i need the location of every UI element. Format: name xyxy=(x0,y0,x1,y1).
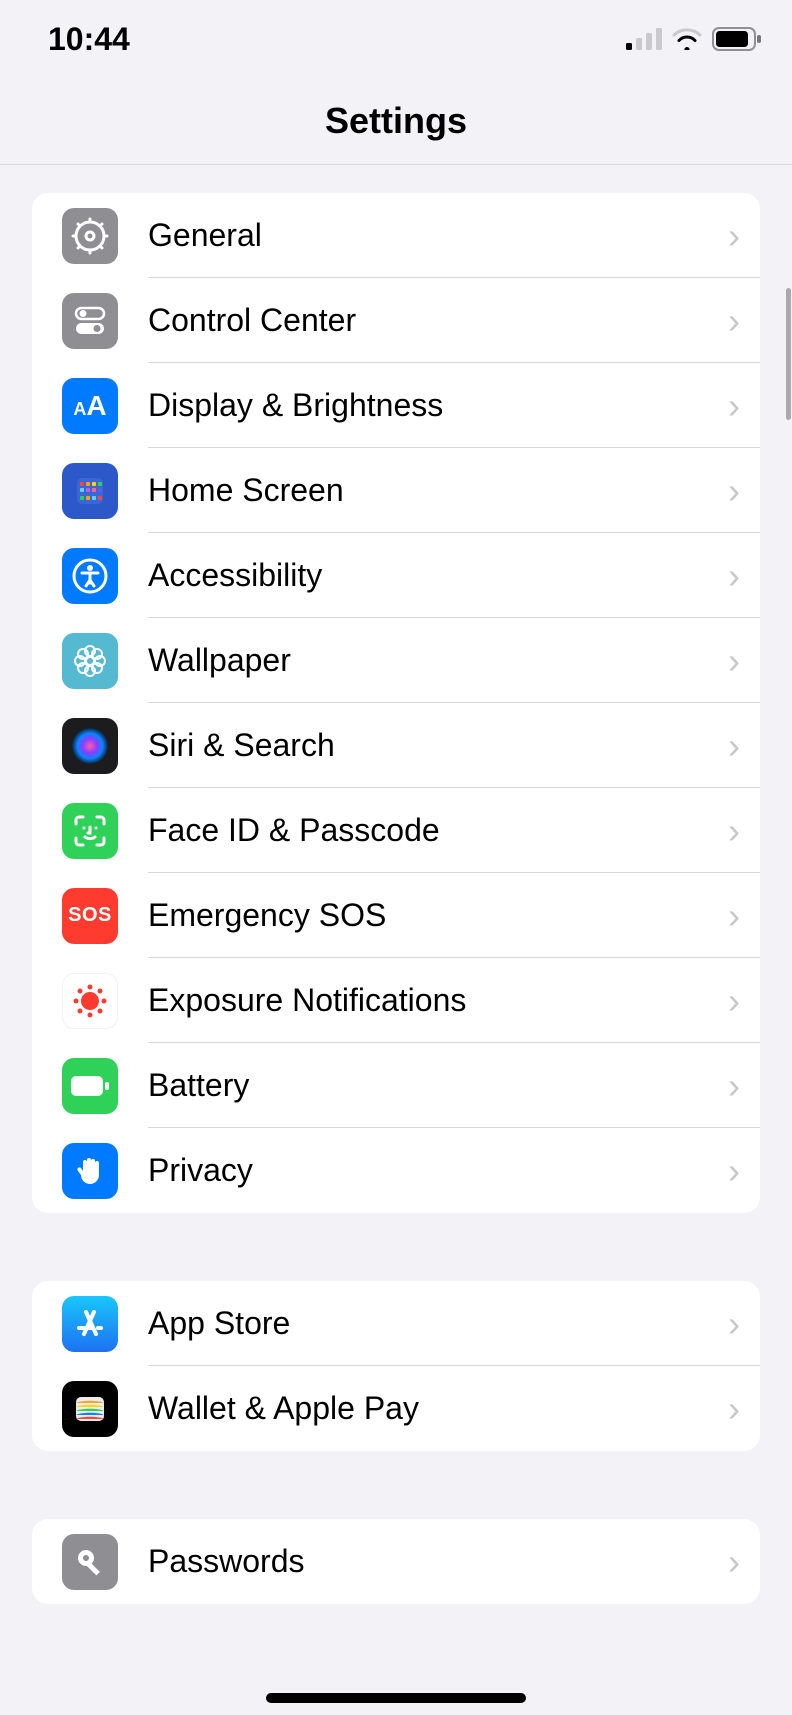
row-label: General xyxy=(148,217,728,254)
row-label: Wallpaper xyxy=(148,642,728,679)
row-faceid-passcode[interactable]: Face ID & Passcode › xyxy=(32,788,760,873)
chevron-right-icon: › xyxy=(728,1541,740,1583)
chevron-right-icon: › xyxy=(728,980,740,1022)
row-display-brightness[interactable]: AA Display & Brightness › xyxy=(32,363,760,448)
text-size-icon: AA xyxy=(62,378,118,434)
row-home-screen[interactable]: Home Screen › xyxy=(32,448,760,533)
settings-group: App Store › Wallet & Apple Pay › xyxy=(32,1281,760,1451)
row-exposure-notifications[interactable]: Exposure Notifications › xyxy=(32,958,760,1043)
battery-icon xyxy=(712,27,762,51)
chevron-right-icon: › xyxy=(728,1388,740,1430)
wifi-icon xyxy=(672,28,702,50)
battery-icon xyxy=(62,1058,118,1114)
row-siri-search[interactable]: Siri & Search › xyxy=(32,703,760,788)
chevron-right-icon: › xyxy=(728,640,740,682)
accessibility-icon xyxy=(62,548,118,604)
row-label: Battery xyxy=(148,1067,728,1104)
row-label: Emergency SOS xyxy=(148,897,728,934)
row-label: Privacy xyxy=(148,1152,728,1189)
chevron-right-icon: › xyxy=(728,725,740,767)
flower-icon xyxy=(62,633,118,689)
row-control-center[interactable]: Control Center › xyxy=(32,278,760,363)
scroll-indicator xyxy=(786,288,791,420)
chevron-right-icon: › xyxy=(728,1150,740,1192)
key-icon xyxy=(62,1534,118,1590)
siri-icon xyxy=(62,718,118,774)
row-label: Exposure Notifications xyxy=(148,982,728,1019)
status-time: 10:44 xyxy=(48,21,130,58)
chevron-right-icon: › xyxy=(728,555,740,597)
row-privacy[interactable]: Privacy › xyxy=(32,1128,760,1213)
row-label: Passwords xyxy=(148,1543,728,1580)
exposure-icon xyxy=(62,973,118,1029)
cellular-icon xyxy=(626,28,662,50)
nav-header: Settings xyxy=(0,60,792,165)
settings-list: General › Control Center › AA Display & … xyxy=(0,193,792,1604)
chevron-right-icon: › xyxy=(728,1303,740,1345)
row-wallpaper[interactable]: Wallpaper › xyxy=(32,618,760,703)
faceid-icon xyxy=(62,803,118,859)
settings-group: Passwords › xyxy=(32,1519,760,1604)
row-accessibility[interactable]: Accessibility › xyxy=(32,533,760,618)
row-emergency-sos[interactable]: SOS Emergency SOS › xyxy=(32,873,760,958)
wallet-icon xyxy=(62,1381,118,1437)
row-label: Face ID & Passcode xyxy=(148,812,728,849)
apps-grid-icon xyxy=(62,463,118,519)
hand-icon xyxy=(62,1143,118,1199)
chevron-right-icon: › xyxy=(728,215,740,257)
chevron-right-icon: › xyxy=(728,810,740,852)
row-label: Accessibility xyxy=(148,557,728,594)
row-battery[interactable]: Battery › xyxy=(32,1043,760,1128)
status-bar: 10:44 xyxy=(0,0,792,60)
sos-icon: SOS xyxy=(62,888,118,944)
row-wallet-apple-pay[interactable]: Wallet & Apple Pay › xyxy=(32,1366,760,1451)
chevron-right-icon: › xyxy=(728,300,740,342)
row-app-store[interactable]: App Store › xyxy=(32,1281,760,1366)
switches-icon xyxy=(62,293,118,349)
settings-group: General › Control Center › AA Display & … xyxy=(32,193,760,1213)
row-label: Display & Brightness xyxy=(148,387,728,424)
home-indicator[interactable] xyxy=(266,1693,526,1703)
row-label: App Store xyxy=(148,1305,728,1342)
chevron-right-icon: › xyxy=(728,895,740,937)
row-label: Wallet & Apple Pay xyxy=(148,1390,728,1427)
row-label: Control Center xyxy=(148,302,728,339)
row-label: Siri & Search xyxy=(148,727,728,764)
row-general[interactable]: General › xyxy=(32,193,760,278)
row-label: Home Screen xyxy=(148,472,728,509)
row-passwords[interactable]: Passwords › xyxy=(32,1519,760,1604)
chevron-right-icon: › xyxy=(728,470,740,512)
chevron-right-icon: › xyxy=(728,385,740,427)
chevron-right-icon: › xyxy=(728,1065,740,1107)
status-indicators xyxy=(626,27,762,51)
page-title: Settings xyxy=(0,100,792,142)
appstore-icon xyxy=(62,1296,118,1352)
gear-icon xyxy=(62,208,118,264)
